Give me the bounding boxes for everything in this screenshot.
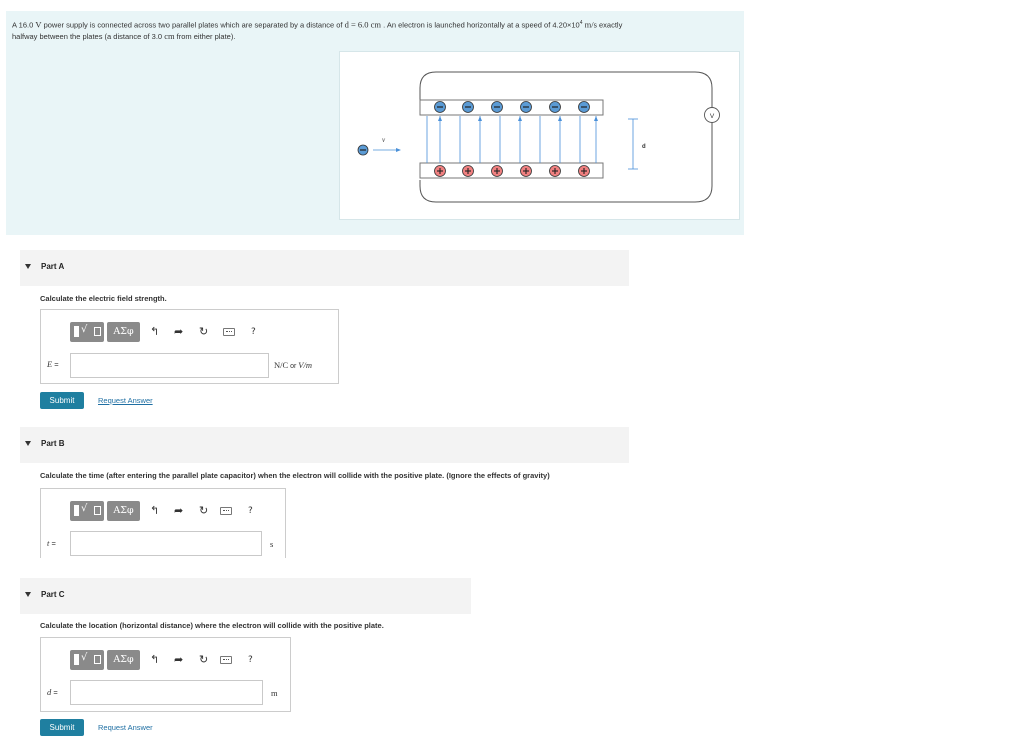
- problem-panel: A 16.0 V power supply is connected acros…: [6, 11, 744, 235]
- part-c-question: Calculate the location (horizontal dista…: [40, 621, 384, 630]
- capacitor-figure: v d V: [339, 51, 740, 220]
- undo-icon[interactable]: ↰: [150, 324, 159, 340]
- var-d-label: d =: [47, 687, 58, 697]
- e-input[interactable]: [70, 353, 269, 378]
- reset-icon[interactable]: ↻: [199, 652, 208, 668]
- part-c-answer-box: √ ΑΣφ ↰ ➦ ↻ ? d = m: [40, 637, 291, 712]
- symbols-button[interactable]: ΑΣφ: [107, 322, 140, 342]
- d-input[interactable]: [70, 680, 263, 705]
- negative-plate: [419, 99, 604, 116]
- submit-button[interactable]: Submit: [40, 719, 84, 736]
- part-b-header[interactable]: Part B: [20, 427, 629, 463]
- part-b-title: Part B: [41, 439, 65, 448]
- keyboard-icon[interactable]: [223, 328, 235, 336]
- positive-plate: [419, 162, 604, 179]
- undo-icon[interactable]: ↰: [150, 503, 159, 519]
- reset-icon[interactable]: ↻: [199, 324, 208, 340]
- voltmeter-label: V: [710, 113, 715, 120]
- redo-icon[interactable]: ➦: [174, 324, 183, 340]
- part-a-question: Calculate the electric field strength.: [40, 294, 167, 303]
- collapse-arrow-icon[interactable]: [25, 592, 31, 597]
- undo-icon[interactable]: ↰: [150, 652, 159, 668]
- part-a-header[interactable]: Part A: [20, 250, 629, 286]
- collapse-arrow-icon[interactable]: [25, 264, 31, 269]
- help-icon[interactable]: ?: [248, 503, 253, 519]
- keyboard-icon[interactable]: [220, 656, 232, 664]
- symbols-button[interactable]: ΑΣφ: [107, 501, 140, 521]
- circuit-wire: [419, 71, 713, 203]
- reset-icon[interactable]: ↻: [199, 503, 208, 519]
- request-answer-link[interactable]: Request Answer: [98, 396, 153, 405]
- unit-label: N/C or V/m: [274, 360, 312, 370]
- part-c-title: Part C: [41, 590, 65, 599]
- part-c-header[interactable]: Part C: [20, 578, 471, 614]
- symbols-button[interactable]: ΑΣφ: [107, 650, 140, 670]
- capacitor-diagram: v d V: [357, 71, 720, 203]
- collapse-arrow-icon[interactable]: [25, 441, 31, 446]
- templates-button[interactable]: √: [70, 322, 104, 342]
- distance-marker: [628, 118, 638, 170]
- var-e-label: E =: [47, 359, 59, 369]
- distance-label: d: [642, 144, 646, 150]
- redo-icon[interactable]: ➦: [174, 503, 183, 519]
- field-lines: [426, 116, 597, 163]
- help-icon[interactable]: ?: [248, 652, 253, 668]
- part-b-answer-box: √ ΑΣφ ↰ ➦ ↻ ? t = s: [40, 488, 286, 558]
- templates-button[interactable]: √: [70, 501, 104, 521]
- part-b-question: Calculate the time (after entering the p…: [40, 471, 550, 480]
- templates-button[interactable]: √: [70, 650, 104, 670]
- t-input[interactable]: [70, 531, 262, 556]
- submit-button[interactable]: Submit: [40, 392, 84, 409]
- part-a-answer-box: √ ΑΣφ ↰ ➦ ↻ ? E = N/C or V/m: [40, 309, 339, 384]
- unit-label: m: [271, 688, 278, 698]
- keyboard-icon[interactable]: [220, 507, 232, 515]
- help-icon[interactable]: ?: [251, 324, 256, 340]
- velocity-label: v: [382, 136, 386, 144]
- part-a-title: Part A: [41, 262, 65, 271]
- var-t-label: t =: [47, 538, 56, 548]
- unit-label: s: [270, 539, 274, 549]
- request-answer-link[interactable]: Request Answer: [98, 723, 153, 732]
- redo-icon[interactable]: ➦: [174, 652, 183, 668]
- problem-statement: A 16.0 V power supply is connected acros…: [12, 19, 623, 41]
